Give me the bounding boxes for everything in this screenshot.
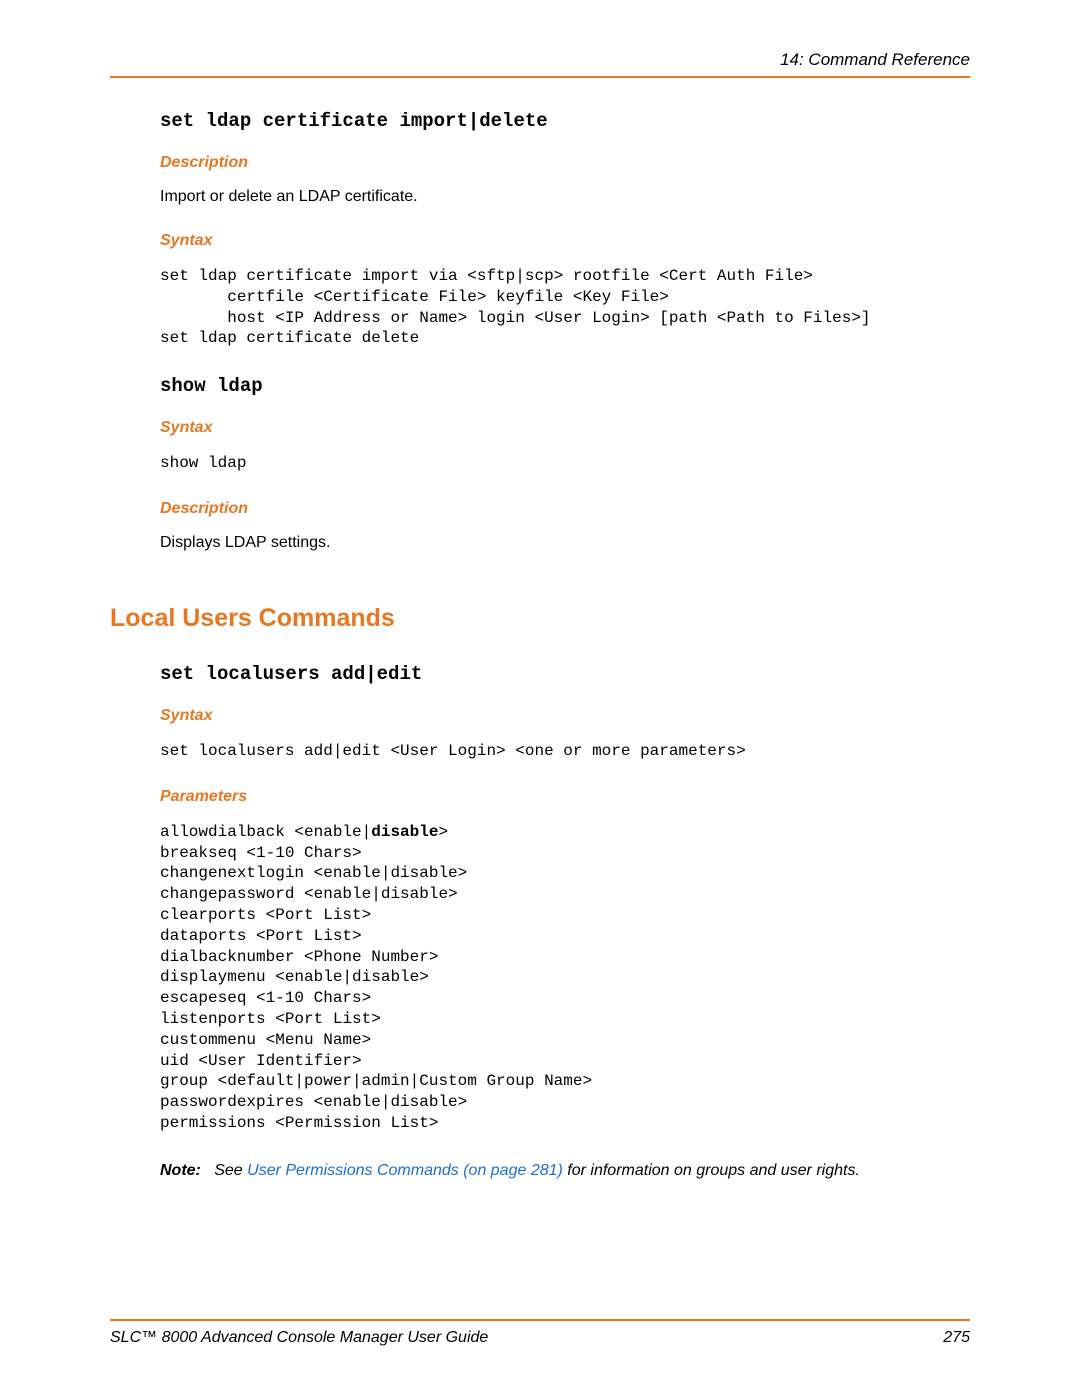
- parameters-code: allowdialback <enable|disable> breakseq …: [160, 822, 970, 1134]
- syntax-label: Syntax: [160, 419, 970, 437]
- description-label: Description: [160, 500, 970, 518]
- command-heading-show-ldap: show ldap: [160, 375, 970, 397]
- section-heading-local-users: Local Users Commands: [110, 604, 970, 633]
- description-text: Displays LDAP settings.: [160, 534, 970, 552]
- note-label: Note:: [160, 1162, 201, 1179]
- syntax-label: Syntax: [160, 232, 970, 250]
- params-post: > breakseq <1-10 Chars> changenextlogin …: [160, 823, 592, 1132]
- note-link[interactable]: User Permissions Commands (on page 281): [247, 1162, 563, 1179]
- footer-row: SLC™ 8000 Advanced Console Manager User …: [110, 1329, 970, 1347]
- content-area: set ldap certificate import|delete Descr…: [110, 110, 970, 1182]
- footer: SLC™ 8000 Advanced Console Manager User …: [110, 1319, 970, 1347]
- note-post: for information on groups and user right…: [563, 1162, 860, 1179]
- syntax-code: set localusers add|edit <User Login> <on…: [160, 741, 970, 762]
- page: 14: Command Reference set ldap certifica…: [0, 0, 1080, 1397]
- note: Note: See User Permissions Commands (on …: [160, 1160, 970, 1182]
- syntax-code: show ldap: [160, 453, 970, 474]
- page-number: 275: [943, 1329, 970, 1347]
- description-label: Description: [160, 154, 970, 172]
- syntax-code: set ldap certificate import via <sftp|sc…: [160, 266, 970, 349]
- description-text: Import or delete an LDAP certificate.: [160, 188, 970, 206]
- syntax-label: Syntax: [160, 707, 970, 725]
- footer-left: SLC™ 8000 Advanced Console Manager User …: [110, 1329, 488, 1347]
- note-pre: See: [214, 1162, 247, 1179]
- params-bold: disable: [371, 823, 438, 841]
- command-heading-set-ldap-cert: set ldap certificate import|delete: [160, 110, 970, 132]
- parameters-label: Parameters: [160, 788, 970, 806]
- top-rule: [110, 76, 970, 78]
- bottom-rule: [110, 1319, 970, 1321]
- chapter-header: 14: Command Reference: [110, 50, 970, 70]
- command-heading-set-localusers: set localusers add|edit: [160, 663, 970, 685]
- params-pre: allowdialback <enable|: [160, 823, 371, 841]
